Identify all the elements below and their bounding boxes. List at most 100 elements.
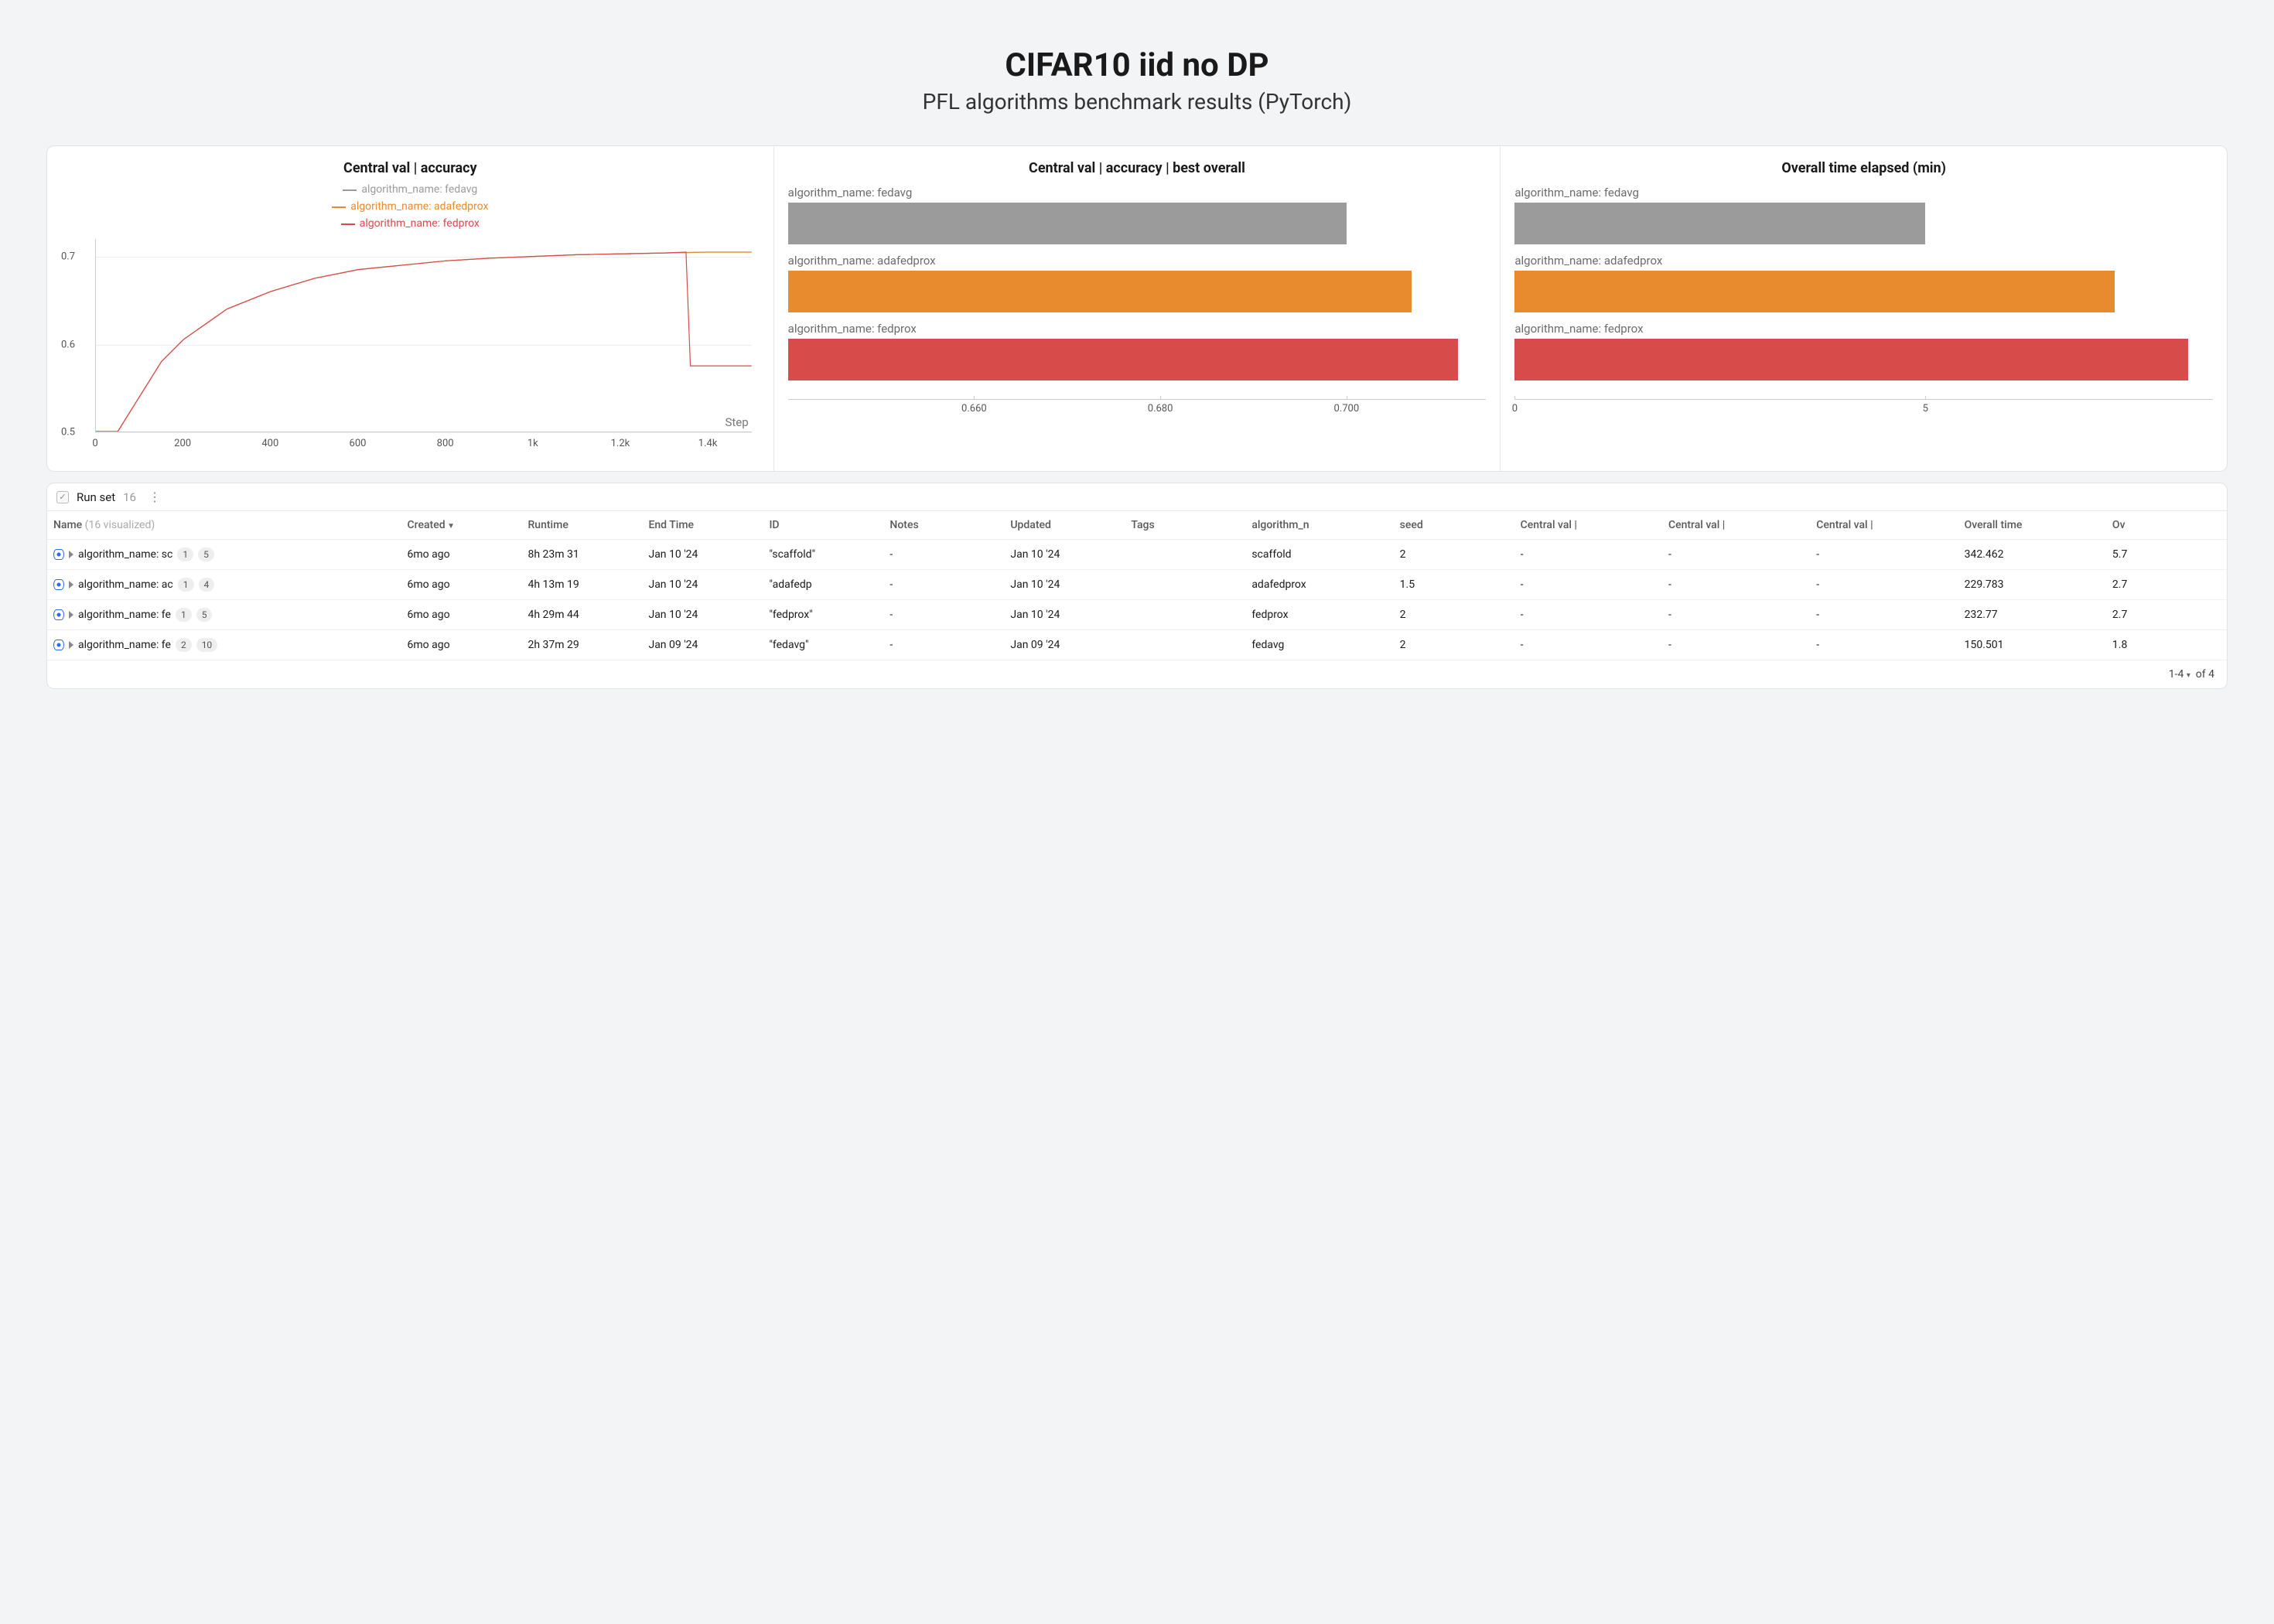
line-xtick: 600 [350, 438, 367, 449]
table-cell: "fedavg" [763, 630, 883, 660]
row-badge: 1 [178, 578, 194, 592]
col-header[interactable]: Runtime [522, 511, 643, 540]
legend-swatch-adafedprox [332, 206, 346, 208]
col-header[interactable]: Notes [883, 511, 1004, 540]
expand-caret-icon[interactable] [69, 581, 73, 589]
table-cell: 2h 37m 29 [522, 630, 643, 660]
line-plot-area [95, 239, 752, 432]
table-row[interactable]: algorithm_name: fe 1 5 6mo ago4h 29m 44J… [47, 600, 2227, 630]
table-cell: - [1514, 570, 1662, 600]
bar-track [1514, 203, 2213, 244]
visibility-eye-icon[interactable] [53, 640, 64, 650]
table-cell: Jan 09 '24 [1004, 630, 1125, 660]
table-cell: - [1514, 540, 1662, 570]
bar-label: algorithm_name: adafedprox [1514, 254, 2213, 268]
table-cell: adafedprox [1245, 570, 1393, 600]
bar-fill [788, 339, 1459, 380]
table-cell: 6mo ago [401, 540, 522, 570]
panel-best-accuracy[interactable]: Central val | accuracy | best overall al… [774, 146, 1501, 471]
legend-label-fedprox: algorithm_name: fedprox [360, 217, 480, 232]
table-cell: - [1810, 570, 1958, 600]
bar-axis-accuracy: 0.6600.6800.700 [788, 399, 1487, 422]
line-series [96, 252, 752, 432]
table-cell [1125, 600, 1245, 630]
bar-track [1514, 339, 2213, 380]
col-header[interactable]: Tags [1125, 511, 1245, 540]
table-cell: - [1810, 600, 1958, 630]
panel-time-elapsed[interactable]: Overall time elapsed (min) algorithm_nam… [1501, 146, 2227, 471]
col-header[interactable]: Ov [2106, 511, 2227, 540]
row-name-text: algorithm_name: sc [78, 548, 172, 561]
table-cell: 2 [1394, 540, 1514, 570]
bar-label: algorithm_name: fedavg [1514, 186, 2213, 200]
table-cell: - [1662, 540, 1810, 570]
table-cell: 2.7 [2106, 600, 2227, 630]
line-legend: algorithm_name: fedavg algorithm_name: a… [61, 181, 760, 231]
table-cell: 8h 23m 31 [522, 540, 643, 570]
col-header-name[interactable]: Name (16 visualized) [47, 511, 401, 540]
visibility-eye-icon[interactable] [53, 549, 64, 560]
line-xtick: 0 [92, 438, 97, 449]
pager-dropdown-icon[interactable]: ▾ [2187, 671, 2190, 680]
legend-swatch-fedavg [343, 189, 357, 191]
table-cell: 2 [1394, 600, 1514, 630]
runs-table-card: ✓ Run set 16 ⋮ Name (16 visualized)Creat… [46, 483, 2228, 689]
table-cell: "fedprox" [763, 600, 883, 630]
col-header[interactable]: Central val | [1810, 511, 1958, 540]
col-header[interactable]: Updated [1004, 511, 1125, 540]
bar-fill [788, 271, 1412, 312]
row-name-text: algorithm_name: ac [78, 578, 173, 591]
bar-axis-time: 05 [1514, 399, 2213, 422]
line-series [96, 252, 752, 432]
runset-menu-icon[interactable]: ⋮ [149, 490, 161, 504]
legend-label-adafedprox: algorithm_name: adafedprox [350, 200, 488, 215]
col-header[interactable]: ID [763, 511, 883, 540]
table-cell: - [1810, 630, 1958, 660]
expand-caret-icon[interactable] [69, 641, 73, 649]
bar-label: algorithm_name: adafedprox [788, 254, 1487, 268]
runset-count: 16 [123, 490, 136, 504]
table-cell: - [1514, 630, 1662, 660]
line-ytick: 0.6 [61, 339, 75, 350]
chart-panels: Central val | accuracy algorithm_name: f… [46, 145, 2228, 472]
line-xtick: 1.4k [698, 438, 718, 449]
table-cell: Jan 09 '24 [642, 630, 763, 660]
visibility-eye-icon[interactable] [53, 579, 64, 590]
line-xtick: 1.2k [611, 438, 630, 449]
table-cell: Jan 10 '24 [1004, 600, 1125, 630]
expand-caret-icon[interactable] [69, 611, 73, 619]
col-header[interactable]: Central val | [1662, 511, 1810, 540]
table-cell: Jan 10 '24 [1004, 540, 1125, 570]
runset-bar: ✓ Run set 16 ⋮ [47, 483, 2227, 511]
row-badge: 1 [177, 548, 193, 561]
visibility-eye-icon[interactable] [53, 609, 64, 620]
pager-of: of 4 [2196, 668, 2214, 681]
expand-caret-icon[interactable] [69, 551, 73, 558]
col-header[interactable]: seed [1394, 511, 1514, 540]
bar-chart-accuracy: algorithm_name: fedavgalgorithm_name: ad… [788, 186, 1487, 380]
col-header[interactable]: algorithm_n [1245, 511, 1393, 540]
bar-track [788, 339, 1487, 380]
table-cell: - [1810, 540, 1958, 570]
panel-time-title: Overall time elapsed (min) [1514, 160, 2213, 176]
table-row[interactable]: algorithm_name: fe 2 10 6mo ago2h 37m 29… [47, 630, 2227, 660]
row-name-text: algorithm_name: fe [78, 609, 171, 621]
bar-track [1514, 271, 2213, 312]
table-cell: 4h 13m 19 [522, 570, 643, 600]
table-cell: Jan 10 '24 [1004, 570, 1125, 600]
table-cell [1125, 630, 1245, 660]
table-row[interactable]: algorithm_name: sc 1 5 6mo ago8h 23m 31J… [47, 540, 2227, 570]
table-cell [1125, 540, 1245, 570]
panel-accuracy[interactable]: Central val | accuracy algorithm_name: f… [47, 146, 774, 471]
bar-label: algorithm_name: fedprox [788, 322, 1487, 336]
table-row[interactable]: algorithm_name: ac 1 4 6mo ago4h 13m 19J… [47, 570, 2227, 600]
bar-fill [1514, 203, 1925, 244]
col-header[interactable]: Overall time [1958, 511, 2106, 540]
table-cell: Jan 10 '24 [642, 600, 763, 630]
table-pager[interactable]: 1-4 ▾ of 4 [47, 660, 2227, 688]
col-header[interactable]: Created ▼ [401, 511, 522, 540]
runset-checkbox[interactable]: ✓ [56, 491, 69, 503]
panel-best-accuracy-title: Central val | accuracy | best overall [788, 160, 1487, 176]
col-header[interactable]: Central val | [1514, 511, 1662, 540]
col-header[interactable]: End Time [642, 511, 763, 540]
